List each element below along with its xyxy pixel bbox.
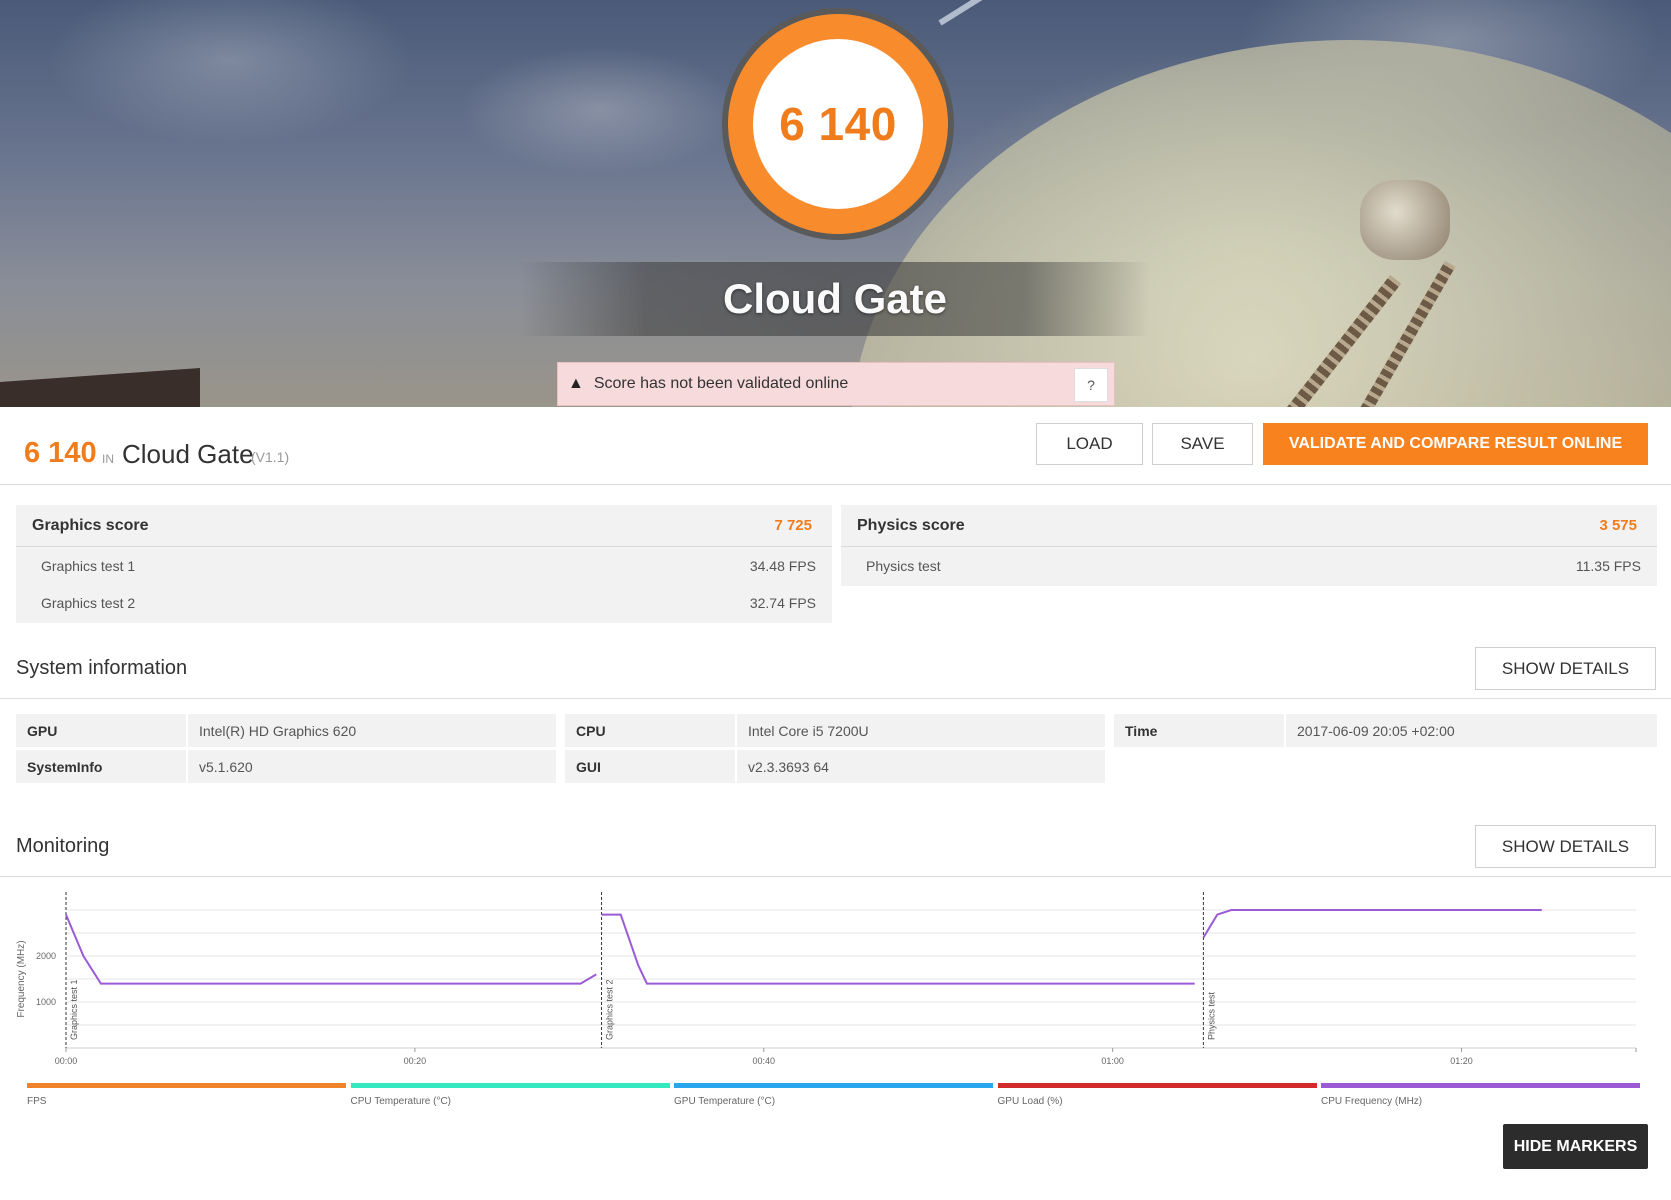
test-row: Physics test 11.35 FPS	[841, 547, 1657, 584]
test-name: Graphics test 1	[41, 557, 136, 574]
hero-banner: 6 140 Cloud Gate ▲ Score has not been va…	[0, 0, 1671, 407]
legend-label[interactable]: FPS	[27, 1096, 46, 1107]
test-row: Graphics test 2 32.74 FPS	[16, 584, 832, 621]
info-value: 2017-06-09 20:05 +02:00	[1286, 714, 1657, 747]
section-divider	[0, 698, 1671, 699]
info-key: SystemInfo	[16, 750, 186, 783]
help-button[interactable]: ?	[1074, 368, 1108, 402]
chart-x-tick-label: 01:00	[1101, 1056, 1124, 1066]
benchmark-title: Cloud Gate	[722, 275, 947, 322]
score-ring-inner: 6 140	[753, 39, 923, 209]
chart-y-tick-label: 1000	[36, 997, 56, 1007]
chart-y-axis-label: Frequency (MHz)	[16, 940, 27, 1017]
chart-x-tick-label: 00:40	[753, 1056, 776, 1066]
physics-score-header: Physics score 3 575	[841, 505, 1657, 547]
result-in-label: IN	[102, 452, 114, 466]
load-button[interactable]: LOAD	[1036, 423, 1143, 465]
monitoring-show-details-button[interactable]: SHOW DETAILS	[1475, 825, 1656, 868]
info-value: v2.3.3693 64	[737, 750, 1105, 783]
legend-color-bar[interactable]	[350, 1083, 670, 1088]
info-key: CPU	[565, 714, 735, 747]
legend-label[interactable]: GPU Temperature (°C)	[674, 1096, 775, 1107]
info-value: Intel Core i5 7200U	[737, 714, 1105, 747]
graphics-score-panel: Graphics score 7 725 Graphics test 1 34.…	[16, 505, 832, 623]
result-version: (V1.1)	[251, 449, 290, 465]
graphics-score-header: Graphics score 7 725	[16, 505, 832, 547]
score-ring-outer: 6 140	[728, 14, 948, 234]
info-key: GUI	[565, 750, 735, 783]
legend-label[interactable]: GPU Load (%)	[998, 1096, 1063, 1107]
chart-y-tick-label: 2000	[36, 951, 56, 961]
graphics-score-value: 7 725	[774, 517, 812, 534]
validation-warning: ▲ Score has not been validated online ?	[557, 362, 1115, 406]
info-value: Intel(R) HD Graphics 620	[188, 714, 556, 747]
chart-x-tick-label: 01:20	[1450, 1056, 1473, 1066]
chart-x-tick-label: 00:20	[404, 1056, 427, 1066]
test-name: Physics test	[866, 557, 941, 574]
validate-compare-button[interactable]: VALIDATE AND COMPARE RESULT ONLINE	[1263, 423, 1648, 465]
monitoring-chart: 1000 2000 Frequency (MHz) 00:00 00:20 00:40 01…	[16, 892, 1637, 1066]
legend-label[interactable]: CPU Temperature (°C)	[351, 1096, 452, 1107]
test-row: Graphics test 1 34.48 FPS	[16, 547, 832, 584]
system-info-show-details-button[interactable]: SHOW DETAILS	[1475, 647, 1656, 690]
warning-icon: ▲	[568, 375, 584, 392]
graphics-score-label: Graphics score	[32, 516, 149, 534]
chart-series-line	[601, 913, 1195, 985]
hero-pod	[1360, 180, 1450, 260]
legend-color-bar[interactable]	[997, 1083, 1317, 1088]
chart-x-tick-label: 00:00	[55, 1056, 78, 1066]
legend-color-bar[interactable]	[1321, 1083, 1640, 1088]
score-ring: 6 140	[722, 8, 954, 240]
benchmark-title-band: Cloud Gate	[520, 262, 1150, 336]
test-value: 11.35 FPS	[1575, 557, 1641, 574]
save-button[interactable]: SAVE	[1152, 423, 1253, 465]
legend-color-bar[interactable]	[27, 1083, 346, 1088]
hero-score: 6 140	[779, 98, 897, 150]
legend-label[interactable]: CPU Frequency (MHz)	[1321, 1096, 1422, 1107]
chart-marker-label: Graphics test 1	[69, 979, 79, 1040]
chart-marker-label: Physics test	[1206, 991, 1216, 1040]
info-key: GPU	[16, 714, 186, 747]
test-name: Graphics test 2	[41, 594, 136, 611]
chart-series-line	[65, 914, 597, 985]
physics-score-panel: Physics score 3 575 Physics test 11.35 F…	[841, 505, 1657, 586]
system-info-title: System information	[16, 657, 188, 679]
section-divider	[0, 876, 1671, 877]
hide-markers-button[interactable]: HIDE MARKERS	[1503, 1124, 1648, 1169]
monitoring-title: Monitoring	[16, 835, 110, 857]
result-score: 6 140	[24, 437, 97, 469]
test-value: 32.74 FPS	[749, 594, 816, 611]
legend-color-bar[interactable]	[674, 1083, 993, 1088]
physics-score-label: Physics score	[857, 516, 965, 534]
warning-message: Score has not been validated online	[593, 375, 849, 392]
info-value: v5.1.620	[188, 750, 556, 783]
chart-marker-label: Graphics test 2	[605, 979, 615, 1040]
physics-score-value: 3 575	[1599, 517, 1637, 534]
test-value: 34.48 FPS	[749, 557, 816, 574]
result-benchmark-name: Cloud Gate	[122, 439, 254, 469]
info-key: Time	[1114, 714, 1284, 747]
